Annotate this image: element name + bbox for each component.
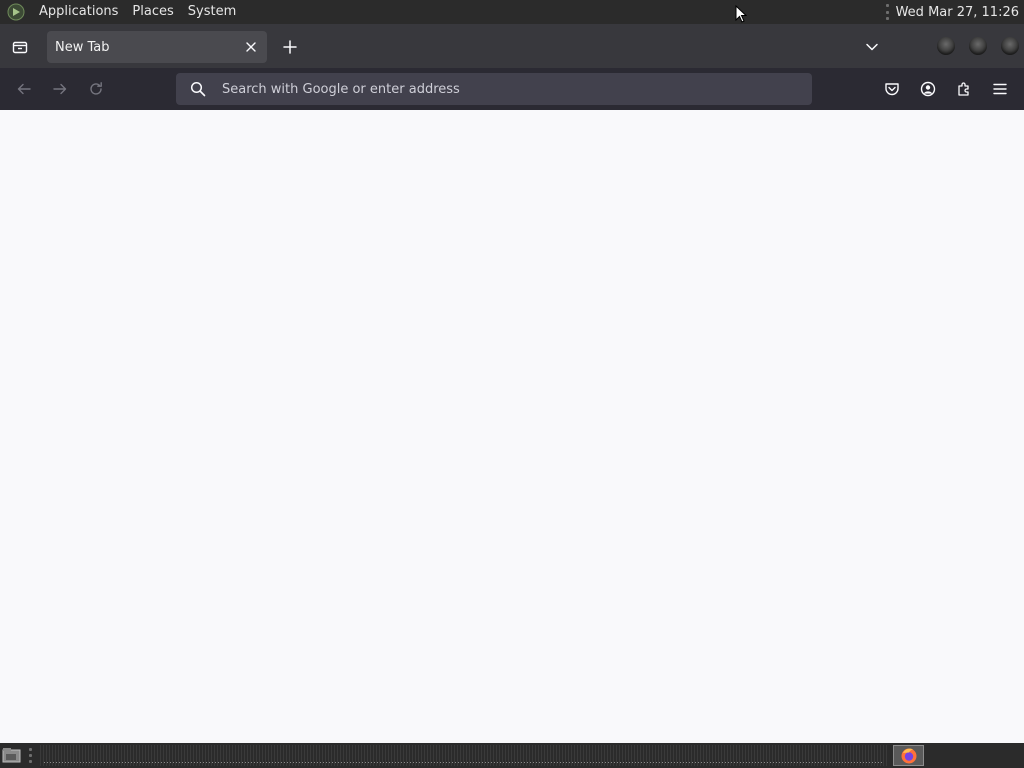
back-arrow-icon [17, 83, 31, 95]
navigation-toolbar [0, 68, 1024, 110]
panel-grip-handle[interactable] [885, 4, 889, 20]
hamburger-menu-icon [993, 83, 1007, 95]
plus-icon [283, 40, 297, 54]
extensions-icon [958, 82, 969, 96]
applications-menu[interactable]: Applications [32, 0, 125, 24]
new-tab-button[interactable] [275, 32, 305, 62]
taskbar-firefox-button[interactable] [893, 745, 924, 766]
search-icon [188, 79, 208, 99]
tab-new-tab[interactable]: New Tab [47, 31, 267, 63]
system-menu[interactable]: System [181, 0, 243, 24]
reload-button[interactable] [81, 74, 111, 104]
list-all-tabs-button[interactable] [857, 32, 887, 62]
firefox-view-button[interactable] [5, 32, 35, 62]
bottom-panel [0, 743, 1024, 768]
mouse-cursor-icon [735, 5, 747, 23]
forward-arrow-icon [53, 83, 67, 95]
top-panel: Applications Places System Wed Mar 27, 1… [0, 0, 1024, 24]
window-list[interactable] [40, 745, 888, 766]
panel-grip-handle[interactable] [29, 748, 32, 763]
show-desktop-icon [2, 748, 21, 763]
tab-strip: New Tab [0, 24, 1024, 68]
app-menu-button[interactable] [985, 74, 1015, 104]
back-button[interactable] [9, 74, 39, 104]
page-content[interactable] [0, 110, 1024, 743]
firefox-icon [901, 748, 916, 763]
account-button[interactable] [913, 74, 943, 104]
pocket-button[interactable] [877, 74, 907, 104]
places-menu[interactable]: Places [125, 0, 180, 24]
tab-close-button[interactable] [239, 35, 263, 59]
account-icon [920, 81, 936, 97]
firefox-view-icon [12, 41, 28, 54]
maximize-button[interactable] [969, 37, 987, 55]
pocket-icon [885, 83, 899, 96]
forward-button[interactable] [45, 74, 75, 104]
extensions-button[interactable] [949, 74, 979, 104]
minimize-button[interactable] [937, 37, 955, 55]
tab-title: New Tab [55, 39, 110, 55]
address-bar[interactable] [176, 73, 812, 105]
close-icon [246, 42, 256, 52]
show-desktop-button[interactable] [2, 747, 22, 764]
reload-icon [90, 82, 102, 95]
close-window-button[interactable] [1001, 37, 1019, 55]
mint-menu-icon[interactable] [6, 2, 26, 22]
chevron-down-icon [866, 43, 878, 51]
address-input[interactable] [222, 81, 812, 97]
clock[interactable]: Wed Mar 27, 11:26 [896, 5, 1024, 20]
